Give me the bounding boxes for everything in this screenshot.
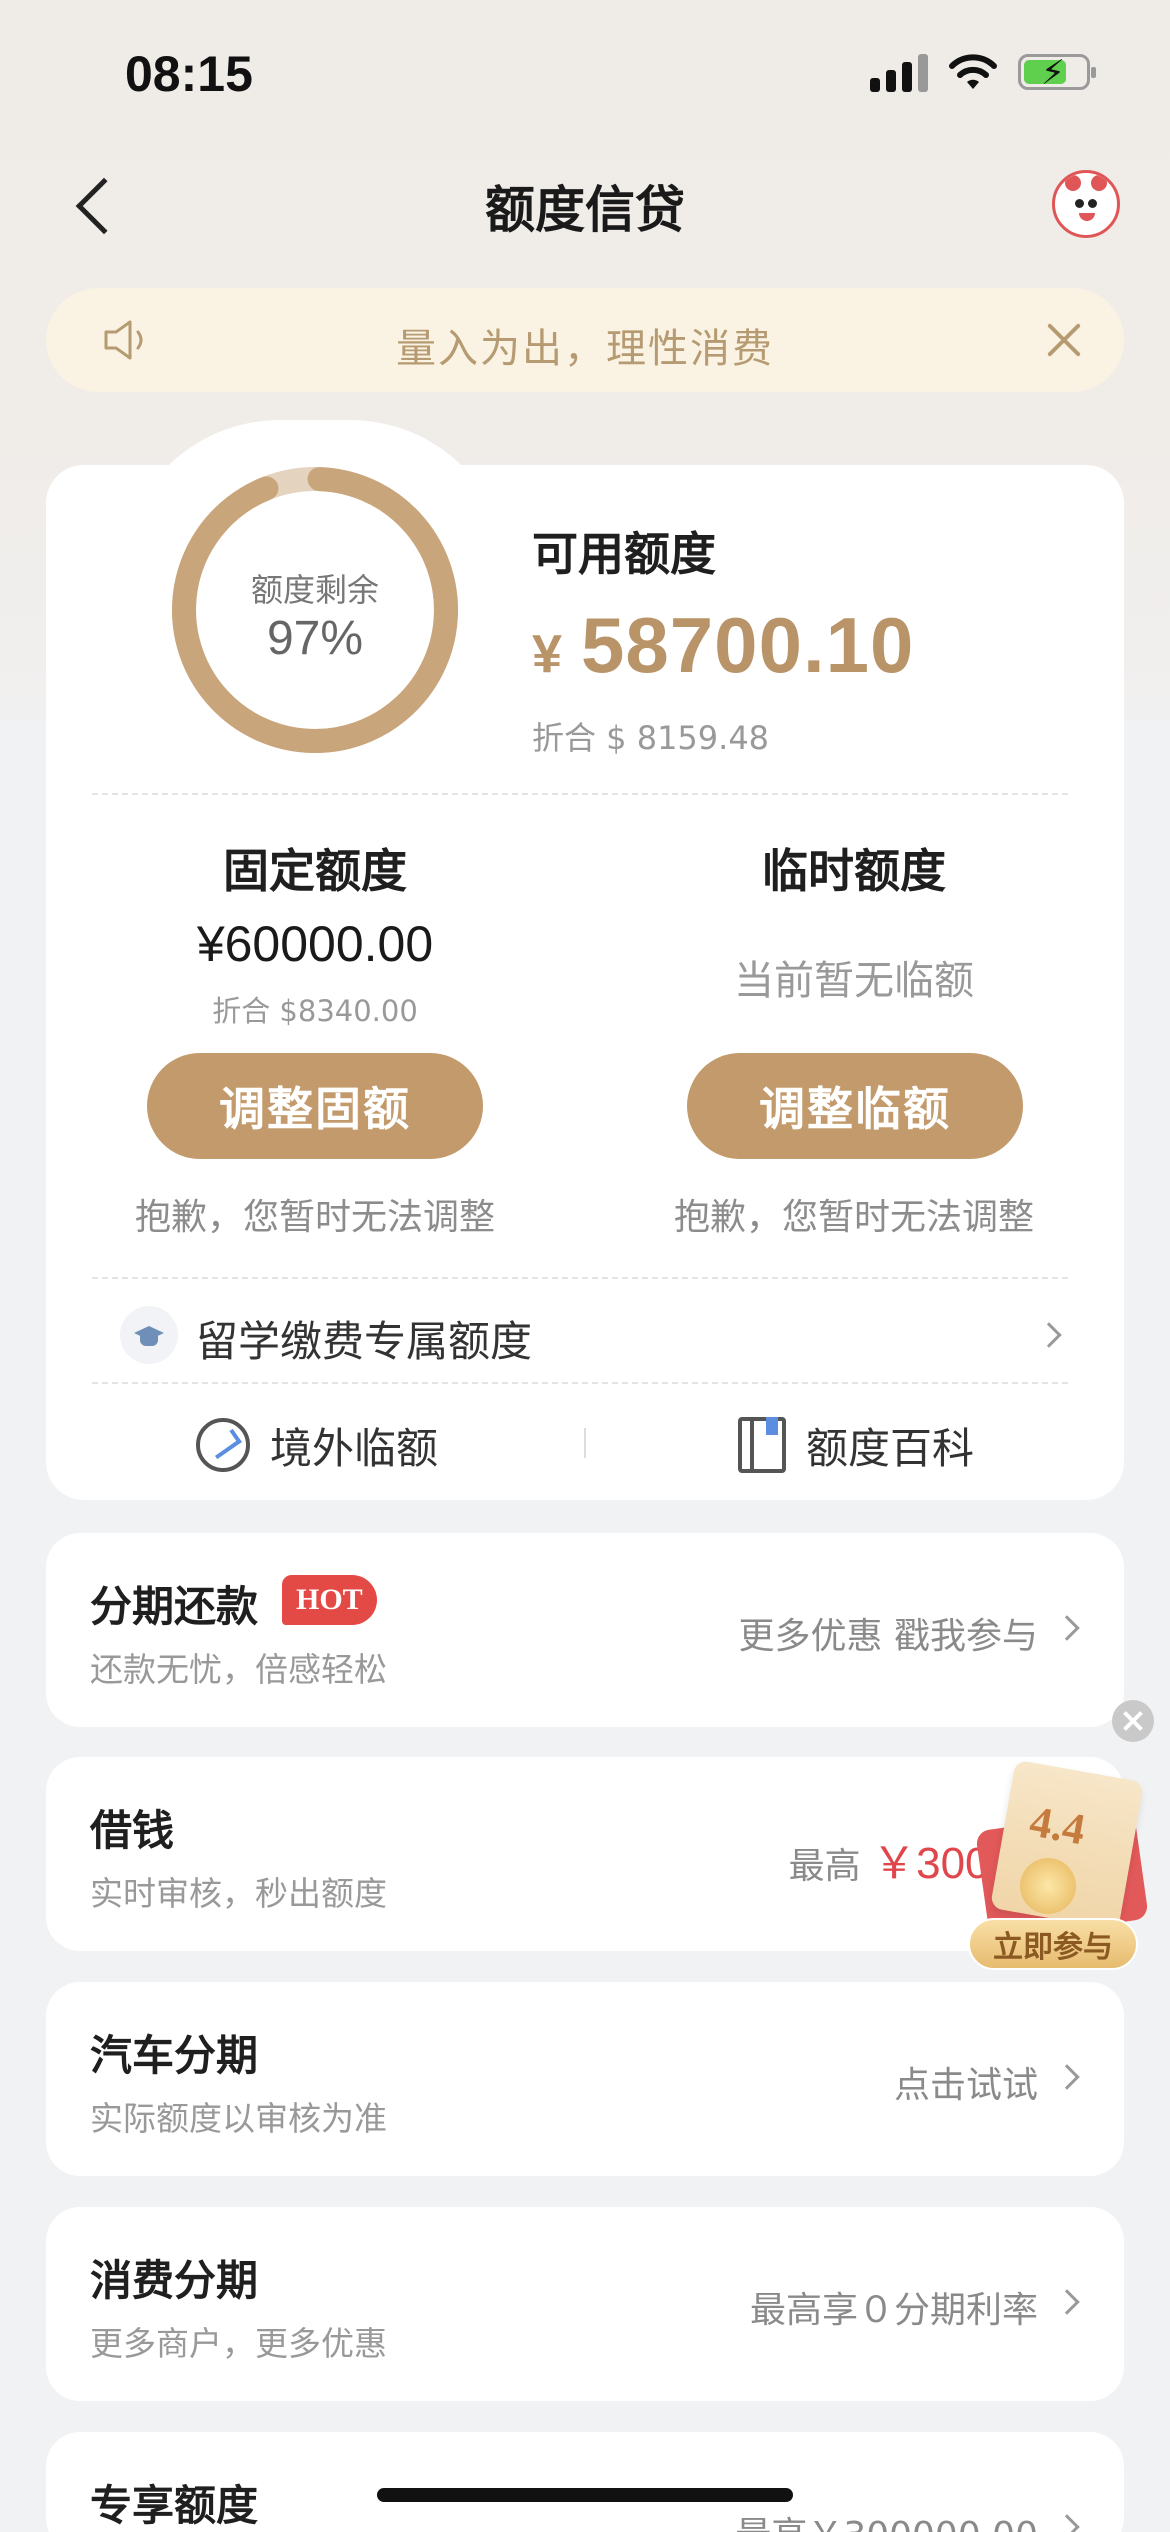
close-icon[interactable] [1040,316,1088,364]
card-subtitle: 实时审核，秒出额度 [90,1874,387,1913]
card-subtitle: 实际额度以审核为准 [90,2099,387,2138]
chevron-right-icon [1054,2289,1080,2315]
hot-badge: HOT [282,1575,377,1625]
credit-wiki-link[interactable]: 额度百科 [738,1400,974,1490]
globe-plane-icon [196,1418,250,1472]
promo-float[interactable]: 4.4 立即参与 [942,1700,1170,1970]
promo-close-icon[interactable] [1112,1700,1154,1742]
available-amount: ¥58700.10 [532,600,914,691]
card-title: 汽车分期 [90,2031,259,2080]
installment-repay-card[interactable]: 分期还款 HOT 还款无忧，倍感轻松 更多优惠 戳我参与 [46,1533,1124,1727]
available-title: 可用额度 [532,527,716,581]
available-amount-value: 58700.10 [581,601,915,689]
chevron-right-icon [1054,2514,1080,2532]
remaining-ring: 额度剩余 97% [170,465,460,755]
card-title: 借钱 [90,1806,175,1855]
coin-icon [1020,1858,1076,1914]
link-separator [584,1428,586,1458]
exclusive-credit-card[interactable]: 专享额度 最高￥300000.00 [46,2432,1124,2532]
wifi-icon [949,54,997,89]
fixed-amount: ¥60000.00 [196,916,434,972]
status-icons: ⚡ [870,52,1096,93]
temp-hint: 抱歉，您暂时无法调整 [673,1197,1034,1238]
card-title: 专享额度 [90,2481,259,2530]
ring-label: 额度剩余 [250,571,379,609]
status-time: 08:15 [125,46,253,102]
study-abroad-label: 留学缴费专属额度 [196,1317,533,1366]
notice-banner: 量入为出，理性消费 [46,288,1124,392]
card-title: 分期还款 [90,1582,259,1631]
chevron-right-icon [1036,1322,1062,1348]
home-indicator [377,2488,793,2502]
max-prefix: 最高 [788,1846,861,1887]
card-action-text: 更多优惠 戳我参与 [738,1616,1038,1657]
page-title: 额度信贷 [485,181,685,239]
consumer-installment-card[interactable]: 消费分期 更多商户，更多优惠 最高享０分期利率 [46,2207,1124,2401]
fixed-title: 固定额度 [223,844,407,898]
card-subtitle: 更多商户，更多优惠 [90,2324,387,2363]
nav-bar: 额度信贷 [0,150,1170,260]
ring-percent: 97% [266,612,364,665]
overseas-temp-link[interactable]: 境外临额 [196,1400,438,1490]
overseas-temp-label: 境外临额 [270,1423,439,1473]
quick-links: 境外临额 额度百科 [46,1400,1124,1490]
available-converted: 折合 $ 8159.48 [532,719,770,757]
divider [92,793,1068,795]
card-subtitle: 还款无忧，倍感轻松 [90,1650,387,1689]
card-action-text: 最高￥300000.00 [735,2506,1038,2532]
notice-text: 量入为出，理性消费 [396,326,774,372]
credit-wiki-label: 额度百科 [806,1423,975,1473]
chevron-right-icon [1054,1615,1080,1641]
adjust-temp-button[interactable]: 调整临额 [687,1053,1023,1159]
promo-number: 4.4 [1026,1796,1089,1855]
join-now-button[interactable]: 立即参与 [968,1918,1138,1970]
assistant-avatar-icon[interactable] [1052,170,1120,238]
currency-symbol: ¥ [532,624,564,684]
fixed-converted: 折合 $8340.00 [212,994,418,1028]
graduation-cap-icon [120,1306,178,1364]
divider [92,1382,1068,1384]
divider [92,1277,1068,1279]
fixed-hint: 抱歉，您暂时无法调整 [134,1197,495,1238]
temp-title: 临时额度 [762,844,946,898]
chevron-right-icon [1054,2064,1080,2090]
adjust-fixed-button[interactable]: 调整固额 [147,1053,483,1159]
status-bar: 08:15 ⚡ [0,0,1170,140]
battery-icon: ⚡ [1018,53,1096,93]
card-action-text: 点击试试 [893,2065,1038,2106]
study-abroad-row[interactable]: 留学缴费专属额度 [120,1300,1080,1372]
temp-none: 当前暂无临额 [734,958,974,1004]
signal-icon [870,52,928,92]
book-icon [738,1417,786,1473]
car-installment-card[interactable]: 汽车分期 实际额度以审核为准 点击试试 [46,1982,1124,2176]
card-title: 消费分期 [90,2256,259,2305]
card-action-text: 最高享０分期利率 [749,2290,1038,2331]
